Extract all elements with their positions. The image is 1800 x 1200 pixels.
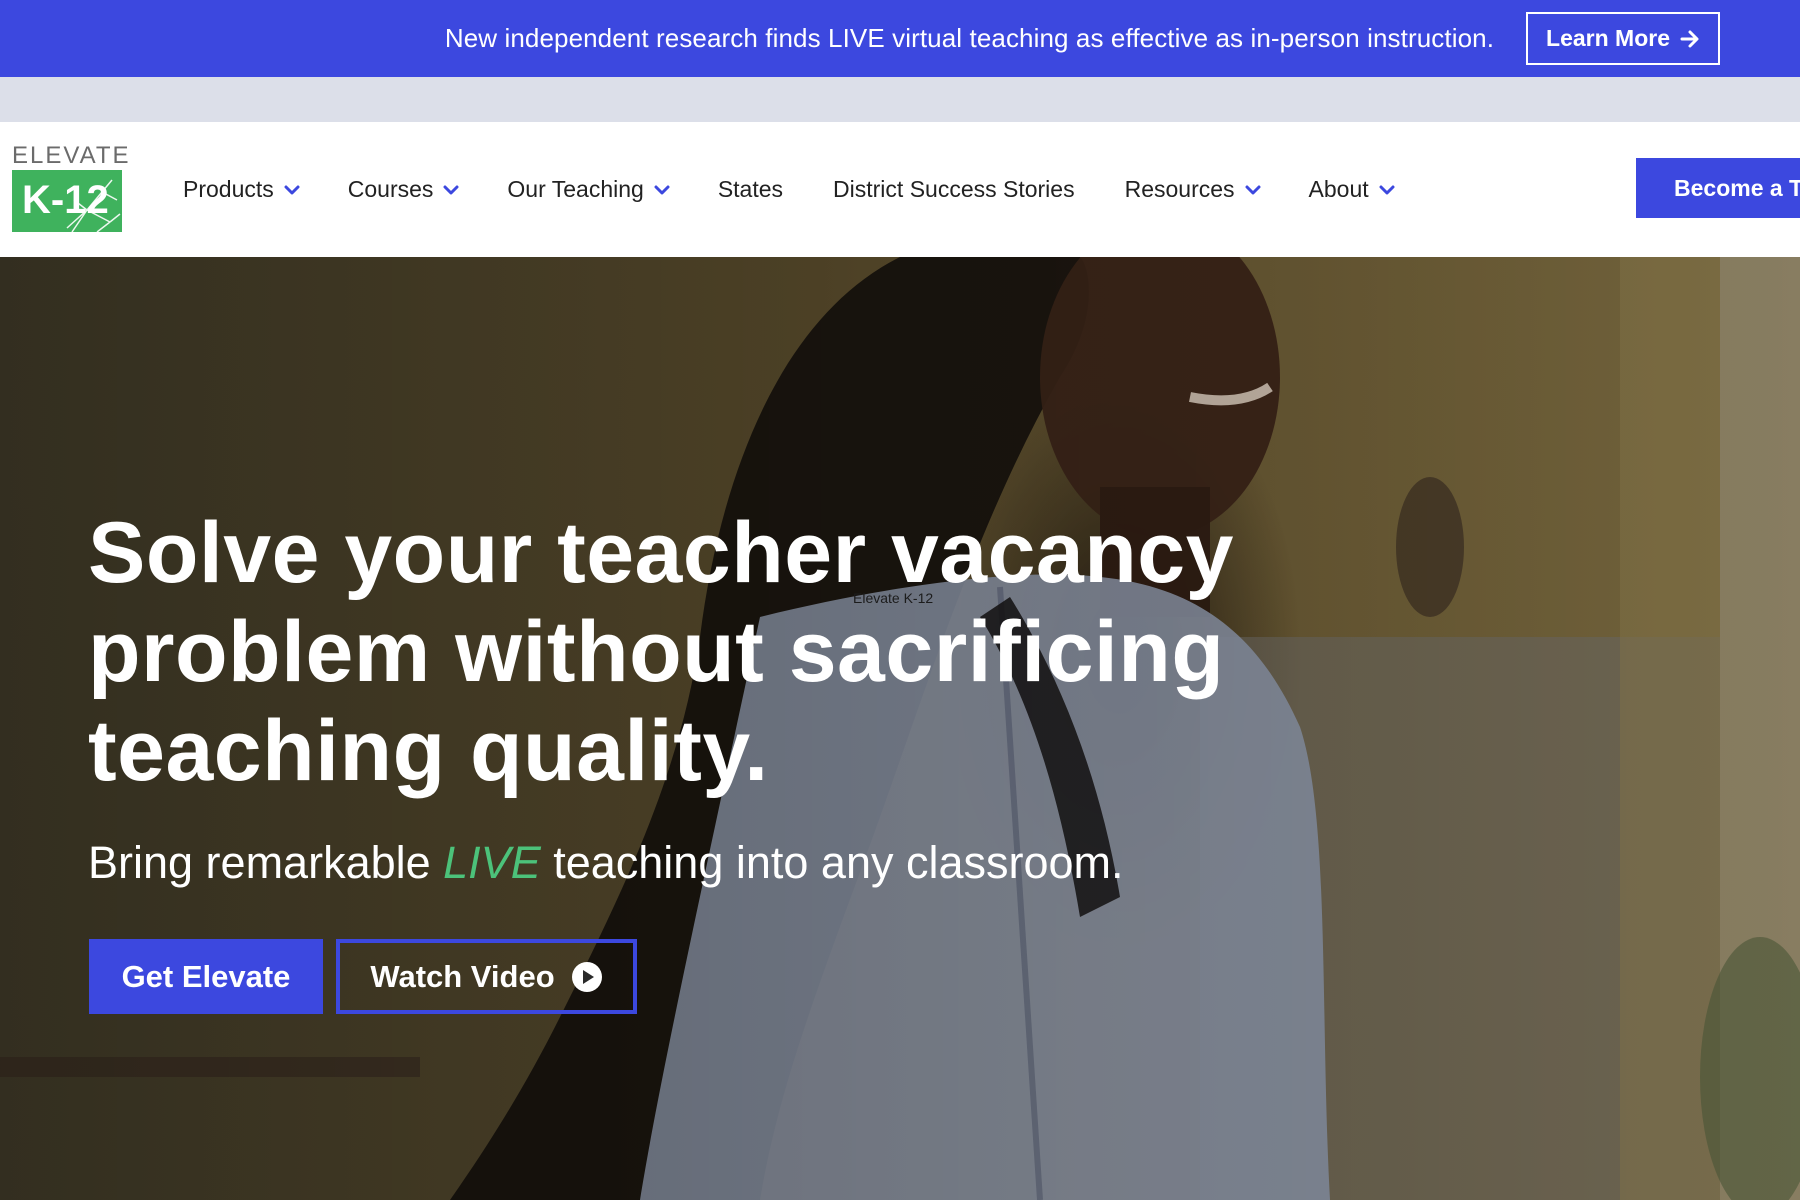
logo-badge: K-12 xyxy=(12,170,122,232)
logo-wordmark: ELEVATE xyxy=(12,142,131,169)
nav-item-label: Our Teaching xyxy=(507,176,644,202)
hero-subtitle-live: LIVE xyxy=(443,837,541,888)
nav-item-label: Resources xyxy=(1124,176,1235,202)
nav-item-products[interactable]: Products xyxy=(183,176,300,203)
watch-video-button[interactable]: Watch Video xyxy=(336,939,637,1014)
nav-item-label: Products xyxy=(183,176,274,202)
gray-strip xyxy=(0,77,1800,122)
play-circle-icon xyxy=(571,961,602,992)
hero-section: Elevate K-12 Solve your teacher vacancy … xyxy=(0,257,1800,1200)
chevron-down-icon xyxy=(284,185,300,194)
nav-item-resources[interactable]: Resources xyxy=(1125,176,1261,203)
nav-item-label: Courses xyxy=(347,176,434,202)
logo-mark: K-12 xyxy=(22,178,109,222)
chevron-down-icon xyxy=(443,185,459,194)
hero-subtitle-start: Bring remarkable xyxy=(88,837,444,888)
nav-item-courses[interactable]: Courses xyxy=(348,176,460,203)
nav-item-about[interactable]: About xyxy=(1309,176,1395,203)
chevron-down-icon xyxy=(654,185,670,194)
get-elevate-button[interactable]: Get Elevate xyxy=(89,939,323,1014)
learn-more-label: Learn More xyxy=(1546,25,1670,51)
hero-subtitle-end: teaching into any classroom. xyxy=(540,837,1124,888)
learn-more-button[interactable]: Learn More xyxy=(1526,12,1720,65)
become-a-teacher-button[interactable]: Become a T xyxy=(1636,158,1800,218)
watch-video-label: Watch Video xyxy=(370,958,555,994)
hero-subtitle: Bring remarkable LIVE teaching into any … xyxy=(88,837,1124,889)
site-header: ELEVATE K-12 Products Courses Our Teachi… xyxy=(0,122,1800,257)
announcement-banner: New independent research finds LIVE virt… xyxy=(0,0,1800,77)
nav-item-our-teaching[interactable]: Our Teaching xyxy=(507,176,670,203)
arrow-right-icon xyxy=(1680,30,1699,47)
banner-text: New independent research finds LIVE virt… xyxy=(444,23,1495,53)
nav-item-label: About xyxy=(1308,176,1369,202)
nav-item-states[interactable]: States xyxy=(718,176,783,203)
nav-item-label: District Success Stories xyxy=(833,176,1075,202)
chevron-down-icon xyxy=(1245,185,1261,194)
main-nav: Products Courses Our Teaching States Dis… xyxy=(183,122,1443,257)
chevron-down-icon xyxy=(1379,185,1395,194)
hero-title: Solve your teacher vacancy problem witho… xyxy=(88,505,1234,799)
nav-item-district-success-stories[interactable]: District Success Stories xyxy=(833,176,1075,203)
nav-item-label: States xyxy=(717,176,784,202)
elevate-k12-logo[interactable]: ELEVATE K-12 xyxy=(12,144,128,234)
